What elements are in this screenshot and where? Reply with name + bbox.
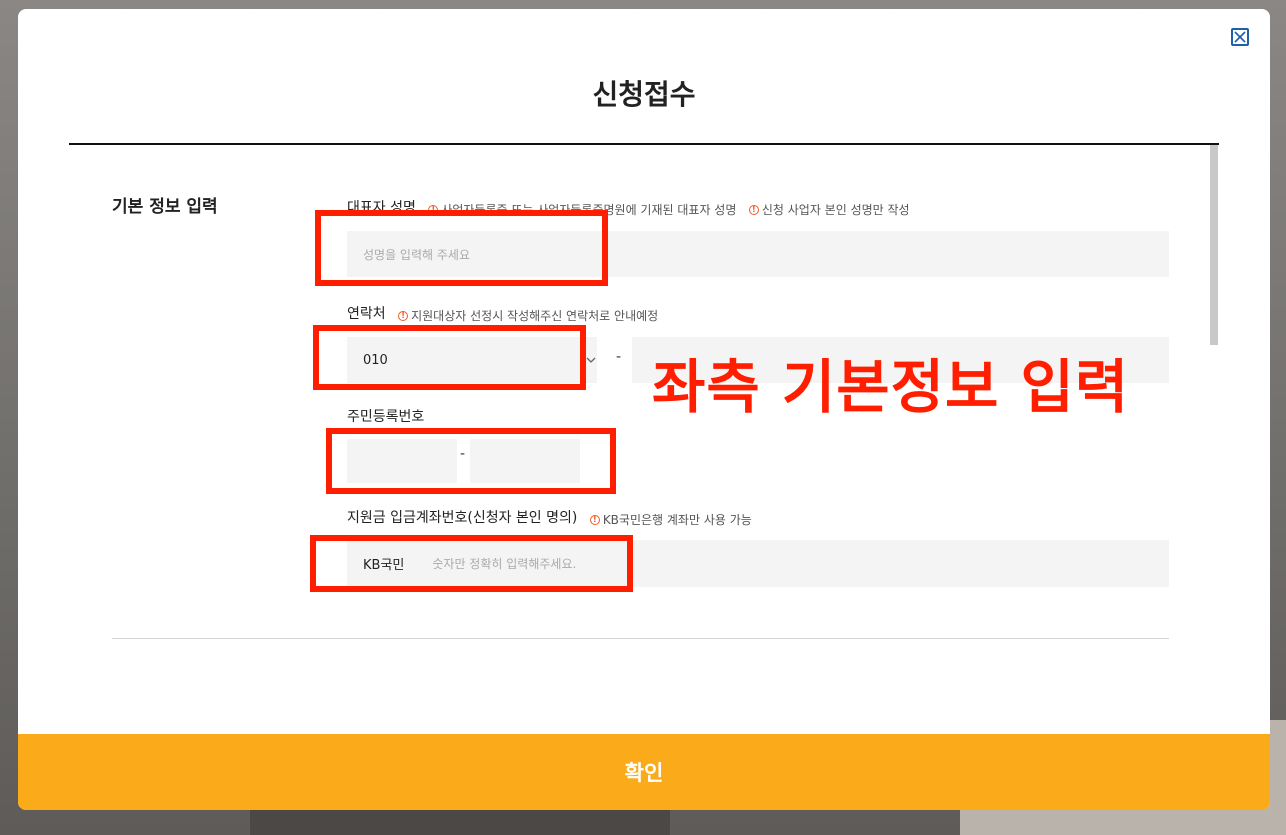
modal-title: 신청접수 xyxy=(592,78,696,111)
account-hint-text: KB국민은행 계좌만 사용 가능 xyxy=(602,513,752,527)
section-label: 기본 정보 입력 xyxy=(112,197,218,217)
name-hint-2: ! 신청 사업자 본인 성명만 작성 xyxy=(748,201,910,218)
account-field-label: 지원금 입금계좌번호(신청자 본인 명의) ! KB국민은행 계좌만 사용 가능 xyxy=(347,507,752,528)
section-divider xyxy=(112,638,1169,639)
close-icon xyxy=(1234,31,1246,43)
confirm-button[interactable]: 확인 xyxy=(18,734,1270,810)
contact-label-text: 연락처 xyxy=(347,306,386,322)
scrollbar[interactable] xyxy=(1210,145,1218,345)
info-icon: ! xyxy=(748,204,759,215)
close-button[interactable] xyxy=(1231,28,1249,46)
rrn-field-label: 주민등록번호 xyxy=(347,409,425,425)
annotation-box-account xyxy=(310,535,633,592)
name-hint-2-text: 신청 사업자 본인 성명만 작성 xyxy=(761,203,910,217)
annotation-box-rrn xyxy=(326,428,616,494)
contact-field-label: 연락처 ! 지원대상자 선정시 작성해주신 연락처로 안내예정 xyxy=(347,303,658,324)
title-divider xyxy=(69,143,1219,145)
annotation-box-name xyxy=(315,210,608,286)
phone-separator: - xyxy=(616,349,622,365)
account-hint: ! KB국민은행 계좌만 사용 가능 xyxy=(589,511,752,528)
contact-hint-text: 지원대상자 선정시 작성해주신 연락처로 안내예정 xyxy=(411,309,659,323)
annotation-text: 좌측 기본정보 입력 xyxy=(652,353,1130,421)
annotation-box-phone xyxy=(313,325,586,390)
chevron-down-icon xyxy=(586,357,596,363)
account-label-text: 지원금 입금계좌번호(신청자 본인 명의) xyxy=(347,510,578,526)
info-icon: ! xyxy=(589,514,600,525)
contact-hint: ! 지원대상자 선정시 작성해주신 연락처로 안내예정 xyxy=(398,307,658,324)
info-icon: ! xyxy=(398,310,409,321)
